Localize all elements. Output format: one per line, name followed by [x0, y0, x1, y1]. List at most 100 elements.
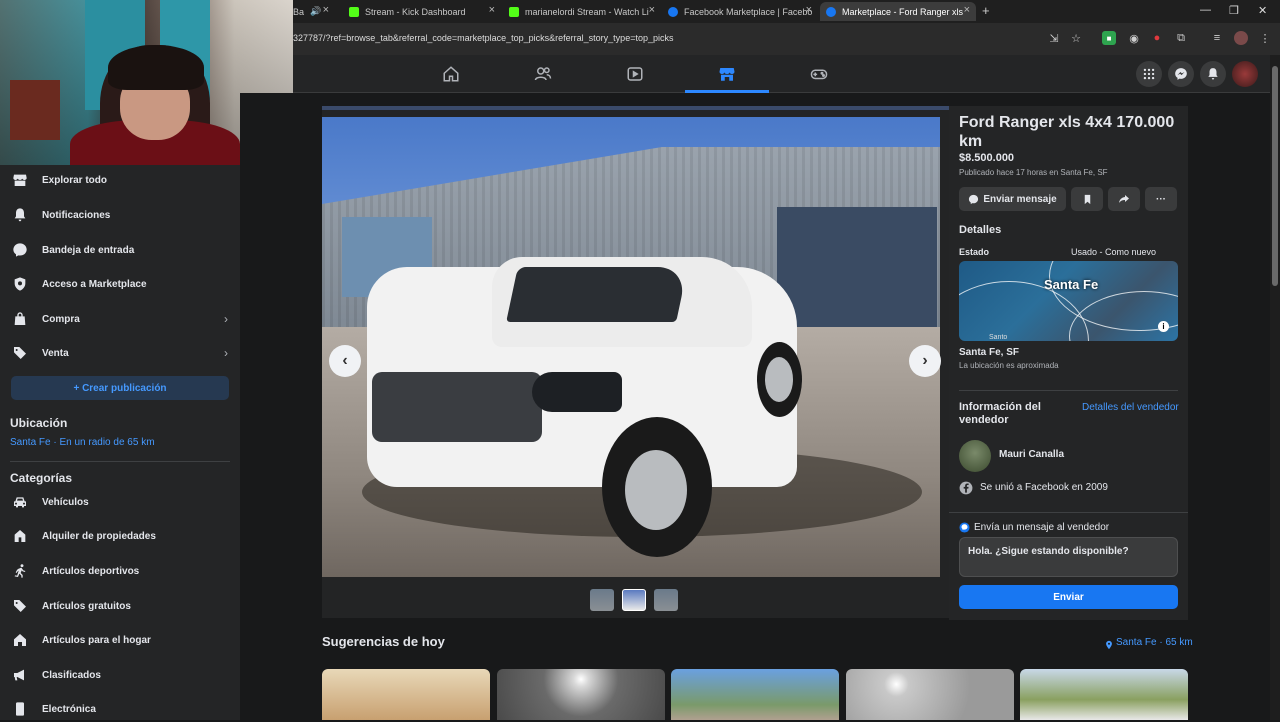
divider [949, 512, 1188, 513]
star-icon[interactable]: ☆ [1069, 31, 1083, 45]
send-message-button[interactable]: Enviar mensaje [959, 187, 1066, 211]
photo-thumbnail[interactable] [654, 589, 678, 611]
sidebar-item-buy[interactable]: Compra › [10, 306, 230, 332]
gaming-icon[interactable] [809, 64, 829, 84]
message-input[interactable]: Hola. ¿Sigue estando disponible? [959, 537, 1178, 577]
install-icon[interactable]: ⇲ [1047, 31, 1061, 45]
photo-thumbnail-active[interactable] [622, 589, 646, 611]
menu-grid-icon[interactable] [1136, 61, 1162, 87]
info-icon[interactable]: i [1158, 321, 1169, 332]
share-button[interactable] [1108, 187, 1140, 211]
marketplace-icon[interactable] [717, 64, 737, 84]
condition-value: Usado - Como nuevo [1071, 247, 1157, 257]
chevron-right-icon: › [224, 312, 228, 326]
seller-name[interactable]: Mauri Canalla [999, 449, 1064, 460]
category-vehicles[interactable]: Vehículos [10, 489, 230, 515]
tag-free-icon [10, 596, 30, 616]
previous-photo-button[interactable]: ‹ [329, 345, 361, 377]
category-electronics[interactable]: Electrónica [10, 696, 230, 722]
notifications-icon[interactable] [1200, 61, 1226, 87]
car-icon [10, 492, 30, 512]
bell-icon [10, 205, 30, 225]
close-icon[interactable]: × [489, 4, 495, 16]
house-icon [10, 526, 30, 546]
megaphone-icon [10, 665, 30, 685]
map-city-label: Santa Fe [1044, 277, 1099, 292]
speaker-icon[interactable]: 🔊 [310, 6, 321, 17]
category-free[interactable]: Artículos gratuitos [10, 593, 230, 619]
sidebar-item-sell[interactable]: Venta › [10, 340, 230, 366]
chevron-left-icon: ‹ [342, 352, 348, 369]
suggestion-card[interactable] [671, 669, 839, 720]
home-icon[interactable] [441, 64, 461, 84]
suggestion-card[interactable] [497, 669, 665, 720]
sidebar-item-explore[interactable]: Explorar todo [10, 167, 230, 193]
extension-icon[interactable]: ■ [1102, 31, 1116, 45]
location-map[interactable]: Santa Fe Santo i [959, 261, 1178, 341]
seller-details-link[interactable]: Detalles del vendedor [1082, 402, 1179, 413]
category-home-goods[interactable]: Artículos para el hogar [10, 627, 230, 653]
extension-icon[interactable]: ● [1150, 31, 1164, 45]
suggestion-card[interactable] [1020, 669, 1188, 720]
more-options-button[interactable]: ··· [1145, 187, 1177, 211]
more-dots-icon: ··· [1156, 193, 1166, 205]
messenger-icon [959, 522, 970, 533]
tab-label: Facebook Marketplace | Facebo [684, 6, 813, 17]
restore-icon[interactable]: ❐ [1229, 4, 1239, 17]
close-icon[interactable]: × [649, 4, 655, 16]
close-icon[interactable]: × [323, 4, 329, 16]
tag-icon [10, 343, 30, 363]
tab-label: Ba [293, 6, 305, 17]
sidebar-item-label: Explorar todo [42, 174, 108, 186]
category-label: Vehículos [42, 496, 89, 508]
facebook-top-nav [293, 55, 1280, 93]
sidebar-item-access[interactable]: Acceso a Marketplace [10, 271, 230, 297]
photo-thumbnail[interactable] [590, 589, 614, 611]
playlist-icon[interactable]: ≡ [1210, 31, 1224, 45]
messenger-icon[interactable] [1168, 61, 1194, 87]
seller-avatar[interactable] [959, 440, 991, 472]
extension-icon[interactable]: ◉ [1127, 31, 1141, 45]
window-close-icon[interactable]: ✕ [1258, 4, 1267, 17]
suggestion-card[interactable] [322, 669, 490, 720]
url-text[interactable]: 327787/?ref=browse_tab&referral_code=mar… [293, 33, 673, 43]
scrollbar-thumb[interactable] [1272, 66, 1278, 286]
send-button[interactable]: Enviar [959, 585, 1178, 609]
seller-info-heading: Información del vendedor [959, 401, 1041, 426]
messenger-icon [969, 194, 979, 204]
suggestions-location-link[interactable]: Santa Fe · 65 km [1116, 637, 1193, 648]
category-sports[interactable]: Artículos deportivos [10, 558, 230, 584]
video-icon[interactable] [625, 64, 645, 84]
profile-avatar[interactable] [1232, 61, 1258, 87]
puzzle-icon[interactable]: ⧉ [1174, 31, 1188, 45]
profile-avatar[interactable] [1234, 31, 1248, 45]
sidebar-item-inbox[interactable]: Bandeja de entrada [10, 237, 230, 263]
menu-dots-icon[interactable]: ⋮ [1258, 31, 1272, 45]
marketplace-sidebar: Explorar todo Notificaciones Bandeja de … [0, 165, 240, 720]
browser-tab[interactable]: Stream - Kick Dashboard × [343, 2, 501, 21]
category-classifieds[interactable]: Clasificados [10, 662, 230, 688]
category-label: Artículos deportivos [42, 565, 140, 577]
save-button[interactable] [1071, 187, 1103, 211]
friends-icon[interactable] [533, 64, 553, 84]
sidebar-item-notifications[interactable]: Notificaciones [10, 202, 230, 228]
share-icon [1119, 195, 1129, 203]
browser-tab[interactable]: marianelordi Stream - Watch Li × [503, 2, 661, 21]
listing-photo[interactable] [322, 117, 940, 577]
category-label: Artículos gratuitos [42, 600, 131, 612]
next-photo-button[interactable]: › [909, 345, 941, 377]
close-icon[interactable]: × [964, 4, 970, 16]
create-listing-button[interactable]: + Crear publicación [11, 376, 229, 400]
button-label: Enviar mensaje [983, 193, 1057, 205]
suggestion-card[interactable] [846, 669, 1014, 720]
category-property-rentals[interactable]: Alquiler de propiedades [10, 523, 230, 549]
close-icon[interactable]: × [806, 4, 812, 16]
browser-tab-active[interactable]: Marketplace - Ford Ranger xls × [820, 2, 976, 21]
new-tab-icon[interactable]: + [982, 3, 990, 18]
browser-tab[interactable]: Facebook Marketplace | Facebo × [662, 2, 818, 21]
map-small-label: Santo [989, 334, 1008, 341]
minimize-icon[interactable]: — [1200, 4, 1211, 16]
browser-tab[interactable]: Ba 🔊 × [287, 2, 335, 21]
category-label: Artículos para el hogar [42, 634, 151, 646]
location-filter-link[interactable]: Santa Fe · En un radio de 65 km [10, 437, 155, 448]
